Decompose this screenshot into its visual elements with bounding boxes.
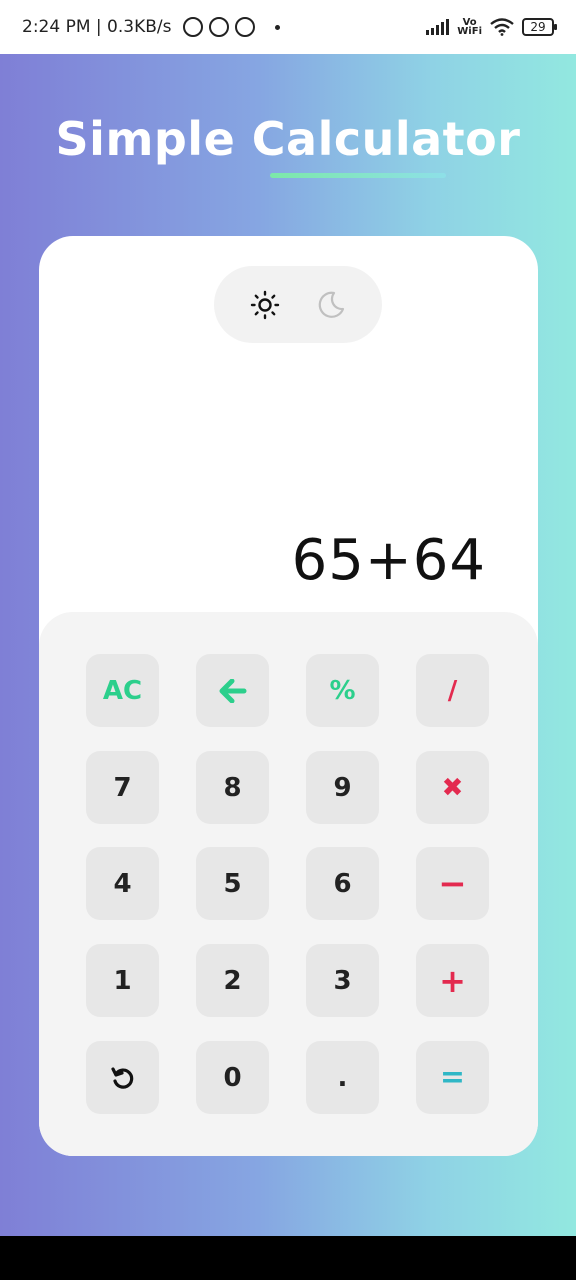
key-8[interactable]: 8 bbox=[196, 751, 269, 824]
equals-button[interactable]: = bbox=[416, 1041, 489, 1114]
keypad: AC % / 7 8 9 ✖ 4 5 6 − 1 2 3 + 0 . = bbox=[39, 612, 538, 1156]
backspace-button[interactable] bbox=[196, 654, 269, 727]
key-1[interactable]: 1 bbox=[86, 944, 159, 1017]
system-navigation-bar bbox=[0, 1236, 576, 1280]
whatsapp-icon bbox=[209, 17, 230, 37]
plus-button[interactable]: + bbox=[416, 944, 489, 1017]
undo-button[interactable] bbox=[86, 1041, 159, 1114]
key-2[interactable]: 2 bbox=[196, 944, 269, 1017]
clear-button[interactable]: AC bbox=[86, 654, 159, 727]
multiply-button[interactable]: ✖ bbox=[416, 751, 489, 824]
notification-dot-icon bbox=[275, 24, 281, 30]
key-9[interactable]: 9 bbox=[306, 751, 379, 824]
messenger-icon bbox=[235, 17, 256, 37]
percent-button[interactable]: % bbox=[306, 654, 379, 727]
title-underline bbox=[270, 173, 446, 178]
status-right: Vo WiFi 29 bbox=[426, 17, 557, 37]
minus-button[interactable]: − bbox=[416, 847, 489, 920]
vowifi-label: Vo WiFi bbox=[457, 17, 482, 37]
status-icons bbox=[183, 17, 281, 37]
signal-icon bbox=[426, 19, 450, 35]
dark-theme-button[interactable] bbox=[311, 285, 351, 325]
key-0[interactable]: 0 bbox=[196, 1041, 269, 1114]
sun-icon bbox=[250, 290, 280, 319]
calculator-card: 65+64 AC % / 7 8 9 ✖ 4 5 6 − 1 2 3 + 0 .… bbox=[39, 236, 538, 1156]
expression-display: 65+64 bbox=[291, 528, 486, 593]
key-7[interactable]: 7 bbox=[86, 751, 159, 824]
key-4[interactable]: 4 bbox=[86, 847, 159, 920]
battery-level: 29 bbox=[530, 20, 546, 34]
calculator-app: Simple Calculator 65+64 AC % / 7 8 9 ✖ 4… bbox=[0, 54, 576, 1236]
key-5[interactable]: 5 bbox=[196, 847, 269, 920]
battery-icon: 29 bbox=[522, 18, 557, 36]
decimal-button[interactable]: . bbox=[306, 1041, 379, 1114]
undo-icon bbox=[110, 1066, 133, 1089]
key-3[interactable]: 3 bbox=[306, 944, 379, 1017]
divide-button[interactable]: / bbox=[416, 654, 489, 727]
alarm-icon bbox=[183, 17, 204, 37]
arrow-left-icon bbox=[219, 678, 246, 703]
theme-toggle bbox=[214, 266, 382, 343]
status-bar: 2:24 PM | 0.3KB/s Vo WiFi 29 bbox=[0, 0, 576, 54]
moon-icon bbox=[318, 291, 345, 318]
status-time-speed: 2:24 PM | 0.3KB/s bbox=[22, 17, 172, 37]
key-6[interactable]: 6 bbox=[306, 847, 379, 920]
page-title: Simple Calculator bbox=[55, 112, 521, 166]
status-left: 2:24 PM | 0.3KB/s bbox=[22, 17, 281, 37]
light-theme-button[interactable] bbox=[245, 285, 285, 325]
wifi-icon bbox=[490, 18, 514, 36]
